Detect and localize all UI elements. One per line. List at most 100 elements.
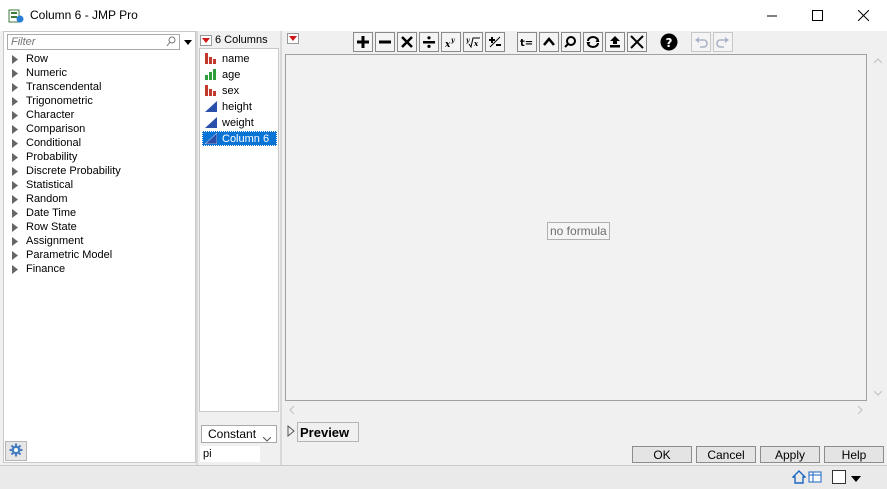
nominal-bar-icon <box>202 85 220 96</box>
delete-button[interactable] <box>627 32 647 52</box>
scroll-down-icon[interactable] <box>873 388 883 398</box>
ok-button[interactable]: OK <box>632 446 692 463</box>
red-triangle-icon <box>287 33 299 44</box>
preview-outline[interactable]: Preview <box>287 422 359 442</box>
expand-triangle-icon[interactable] <box>4 82 26 92</box>
columns-red-triangle-button[interactable] <box>200 34 212 46</box>
function-category-date-time[interactable]: Date Time <box>4 206 194 220</box>
cancel-button[interactable]: Cancel <box>696 446 756 463</box>
help-icon-button[interactable]: ? <box>659 32 679 52</box>
expand-triangle-icon[interactable] <box>4 180 26 190</box>
peel-icon <box>543 36 555 48</box>
redo-button[interactable] <box>713 32 733 52</box>
column-item-column-6[interactable]: Column 6 <box>202 131 277 146</box>
apply-button[interactable]: Apply <box>760 446 820 463</box>
function-category-probability[interactable]: Probability <box>4 150 194 164</box>
function-category-comparison[interactable]: Comparison <box>4 122 194 136</box>
constant-input[interactable] <box>200 446 260 462</box>
scroll-left-icon[interactable] <box>289 405 295 416</box>
unwrap-button[interactable] <box>605 32 625 52</box>
scroll-right-icon[interactable] <box>857 405 863 416</box>
local-button[interactable] <box>561 32 581 52</box>
function-category-transcendental[interactable]: Transcendental <box>4 80 194 94</box>
power-button[interactable]: xy <box>441 32 461 52</box>
filter-input[interactable] <box>8 35 158 49</box>
peel-button[interactable] <box>539 32 559 52</box>
function-category-conditional[interactable]: Conditional <box>4 136 194 150</box>
help-button[interactable]: Help <box>824 446 884 463</box>
column-item-height[interactable]: height <box>202 99 277 114</box>
columns-header: 6 Columns <box>200 32 280 48</box>
home-icon[interactable] <box>791 470 807 487</box>
add-icon <box>357 36 369 48</box>
column-item-name[interactable]: name <box>202 51 277 66</box>
caret-down-icon <box>184 36 192 48</box>
expand-triangle-icon[interactable] <box>4 166 26 176</box>
plus-minus-icon <box>488 36 502 48</box>
function-category-numeric[interactable]: Numeric <box>4 66 194 80</box>
add-button[interactable] <box>353 32 373 52</box>
maximize-button[interactable] <box>794 0 840 31</box>
continuous-triangle-icon <box>202 133 220 144</box>
function-category-row-state[interactable]: Row State <box>4 220 194 234</box>
plus-minus-button[interactable] <box>485 32 505 52</box>
undo-button[interactable] <box>691 32 711 52</box>
root-button[interactable]: yx <box>463 32 483 52</box>
panel-divider[interactable] <box>280 31 282 465</box>
subtract-button[interactable] <box>375 32 395 52</box>
expand-triangle-icon[interactable] <box>4 96 26 106</box>
divide-button[interactable] <box>419 32 439 52</box>
svg-text:x: x <box>444 40 451 48</box>
expand-triangle-icon[interactable] <box>4 194 26 204</box>
expand-triangle-icon[interactable] <box>4 138 26 148</box>
source-select-value: Constant <box>208 427 257 441</box>
disclosure-triangle-icon[interactable] <box>287 424 295 440</box>
function-category-finance[interactable]: Finance <box>4 262 194 276</box>
search-icon[interactable] <box>166 36 176 51</box>
jmp-app-icon <box>8 8 24 24</box>
source-select[interactable]: Constant <box>201 425 277 443</box>
column-list: name age sex height weight Column 6 <box>199 48 279 412</box>
no-formula-placeholder[interactable]: no formula <box>547 222 610 240</box>
expand-triangle-icon[interactable] <box>4 250 26 260</box>
column-item-age[interactable]: age <box>202 67 277 82</box>
caret-down-icon[interactable] <box>851 473 861 485</box>
close-button[interactable] <box>840 0 886 31</box>
minimize-button[interactable] <box>749 0 795 31</box>
data-table-icon[interactable] <box>808 470 822 487</box>
expand-triangle-icon[interactable] <box>4 110 26 120</box>
function-category-parametric-model[interactable]: Parametric Model <box>4 248 194 262</box>
undo-icon <box>694 36 708 48</box>
function-category-discrete-probability[interactable]: Discrete Probability <box>4 164 194 178</box>
column-item-weight[interactable]: weight <box>202 115 277 130</box>
expand-triangle-icon[interactable] <box>4 68 26 78</box>
expand-triangle-icon[interactable] <box>4 124 26 134</box>
function-category-character[interactable]: Character <box>4 108 194 122</box>
swap-button[interactable] <box>583 32 603 52</box>
filter-dropdown-button[interactable] <box>181 34 195 50</box>
function-category-trigonometric[interactable]: Trigonometric <box>4 94 194 108</box>
expand-triangle-icon[interactable] <box>4 236 26 246</box>
expand-triangle-icon[interactable] <box>4 54 26 64</box>
expand-triangle-icon[interactable] <box>4 264 26 274</box>
expand-triangle-icon[interactable] <box>4 152 26 162</box>
function-category-random[interactable]: Random <box>4 192 194 206</box>
scroll-up-icon[interactable] <box>873 56 883 66</box>
function-category-statistical[interactable]: Statistical <box>4 178 194 192</box>
expand-triangle-icon[interactable] <box>4 222 26 232</box>
expand-triangle-icon[interactable] <box>4 208 26 218</box>
panel-divider[interactable] <box>196 31 198 465</box>
formula-editor[interactable]: no formula <box>285 54 867 401</box>
function-category-row[interactable]: Row <box>4 52 194 66</box>
column-item-sex[interactable]: sex <box>202 83 277 98</box>
assign-button[interactable]: t= <box>517 32 537 52</box>
title-bar: Column 6 - JMP Pro <box>0 0 887 31</box>
function-category-assignment[interactable]: Assignment <box>4 234 194 248</box>
settings-button[interactable] <box>5 441 27 461</box>
window-list-checkbox[interactable] <box>832 470 846 487</box>
multiply-button[interactable] <box>397 32 417 52</box>
redo-icon <box>716 36 730 48</box>
maximize-icon <box>811 10 823 21</box>
formula-red-triangle-button[interactable] <box>287 33 299 44</box>
gear-icon <box>9 443 23 460</box>
